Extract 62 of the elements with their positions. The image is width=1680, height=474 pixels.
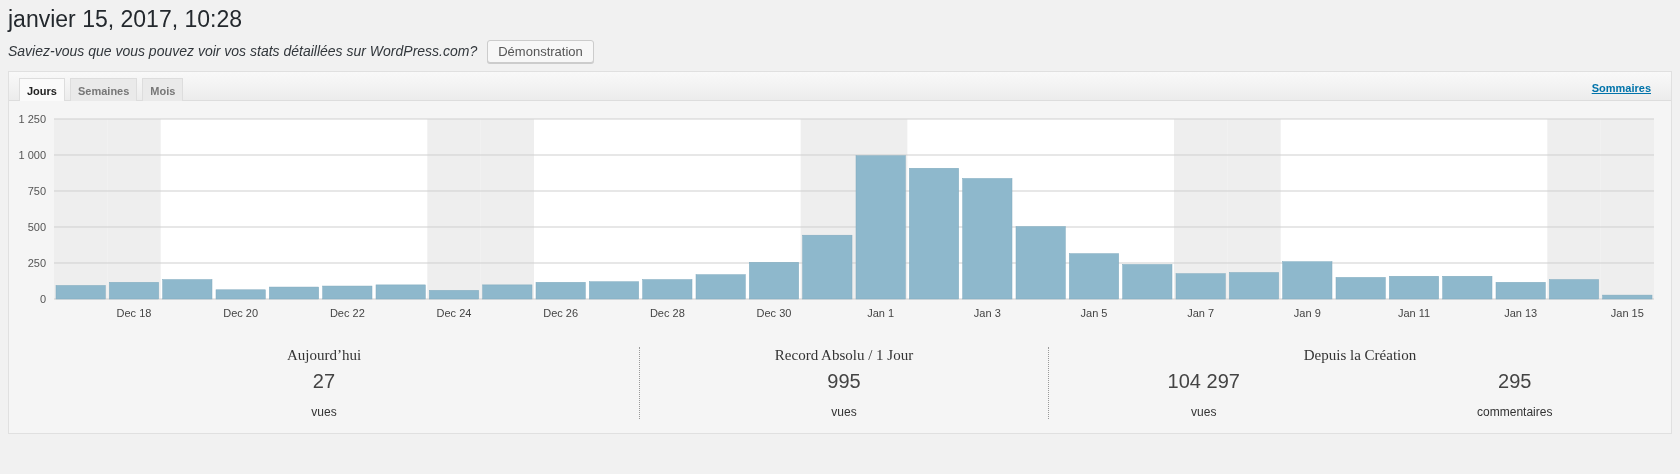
chart-bar	[642, 278, 693, 299]
chart-bar	[429, 289, 479, 299]
chart-bar	[162, 278, 213, 299]
chart-bar	[322, 285, 373, 299]
axis-label: Dec 28	[649, 306, 685, 319]
chart-bar	[802, 234, 853, 299]
chart-bar	[749, 261, 799, 299]
axis-label: Dec 26	[543, 306, 579, 319]
stat-value: 295	[1498, 369, 1532, 393]
stat-label: vues	[1191, 404, 1217, 419]
page-title: janvier 15, 2017, 10:28	[8, 6, 243, 34]
axis-label: 0	[39, 292, 46, 305]
chart-bar	[1549, 278, 1599, 299]
axis-label: 500	[27, 220, 46, 233]
axis-label: Dec 30	[756, 306, 792, 319]
chart-bar	[1069, 253, 1119, 299]
axis-label: Dec 22	[329, 306, 365, 319]
axis-label: Jan 5	[1080, 306, 1108, 319]
period-tab[interactable]: Mois	[142, 77, 184, 101]
stat-value: 995	[827, 369, 861, 393]
stat-title: Depuis la Création	[1303, 346, 1417, 364]
chart-bar	[482, 284, 533, 299]
period-tab[interactable]: Semaines	[69, 77, 138, 101]
notice-text: Saviez-vous que vous pouvez voir vos stats détaillées sur WordPress.com?	[8, 43, 478, 60]
stat-label: vues	[831, 404, 857, 419]
chart-bar	[55, 284, 106, 299]
chart-bar	[1602, 294, 1653, 299]
period-tab[interactable]: Jours	[19, 77, 65, 101]
stat-label: vues	[311, 404, 337, 419]
axis-label: Dec 24	[436, 306, 472, 319]
axis-label: 1 000	[18, 148, 46, 161]
stat-value: 27	[312, 369, 336, 393]
axis-label: Jan 11	[1397, 306, 1431, 319]
axis-label: Dec 20	[223, 306, 259, 319]
axis-label: Dec 18	[116, 306, 152, 319]
chart-bar	[695, 274, 746, 299]
axis-label: 1 250	[18, 112, 46, 125]
chart-bar	[589, 281, 639, 299]
chart-bar	[1442, 275, 1493, 299]
axis-label: 750	[27, 184, 46, 197]
chart-bar	[215, 289, 266, 299]
chart-bar	[375, 284, 426, 299]
stat-title: Aujourd’hui	[286, 346, 362, 364]
axis-label: Jan 1	[867, 306, 895, 319]
axis-label: Jan 3	[973, 306, 1001, 319]
chart-bar	[1389, 275, 1439, 299]
chart-bar	[1175, 273, 1226, 299]
axis-label: Jan 15	[1610, 306, 1644, 319]
stat-value: 104 297	[1167, 369, 1240, 393]
axis-label: Jan 13	[1504, 306, 1538, 319]
summary-link[interactable]: Sommaires	[1591, 81, 1651, 94]
axis-label: 250	[27, 256, 46, 269]
chart-bar	[1122, 263, 1173, 299]
chart-bar	[1335, 276, 1386, 299]
stat-label: commentaires	[1477, 404, 1553, 419]
chart-bar	[1282, 261, 1333, 299]
axis-label: Jan 7	[1187, 306, 1215, 319]
chart-bar	[269, 286, 319, 299]
stat-title: Record Absolu / 1 Jour	[774, 346, 914, 364]
axis-label: Jan 9	[1293, 306, 1321, 319]
chart-bar	[1229, 271, 1279, 299]
demo-button[interactable]: Démonstration	[487, 39, 594, 63]
